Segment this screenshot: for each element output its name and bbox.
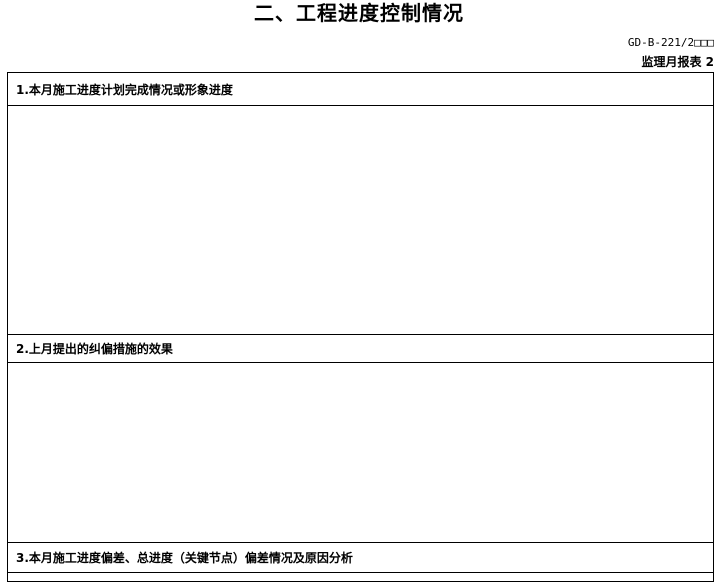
section-3-header: 3.本月施工进度偏差、总进度（关键节点）偏差情况及原因分析 (8, 543, 713, 573)
report-label: 监理月报表 2 (641, 55, 714, 69)
section-1-header: 1.本月施工进度计划完成情况或形象进度 (8, 73, 713, 106)
section-1-content-area[interactable] (8, 106, 713, 335)
progress-control-form: 1.本月施工进度计划完成情况或形象进度 2.上月提出的纠偏措施的效果 3.本月施… (7, 72, 714, 582)
form-code: GD-B-221/2□□□ (627, 36, 714, 49)
section-2-content-area[interactable] (8, 363, 713, 543)
section-2-header: 2.上月提出的纠偏措施的效果 (8, 335, 713, 363)
section-3-label: 3.本月施工进度偏差、总进度（关键节点）偏差情况及原因分析 (16, 551, 353, 565)
section-1-label: 1.本月施工进度计划完成情况或形象进度 (16, 82, 233, 97)
section-2-label: 2.上月提出的纠偏措施的效果 (16, 342, 173, 356)
page-title: 二、工程进度控制情况 (254, 1, 464, 25)
